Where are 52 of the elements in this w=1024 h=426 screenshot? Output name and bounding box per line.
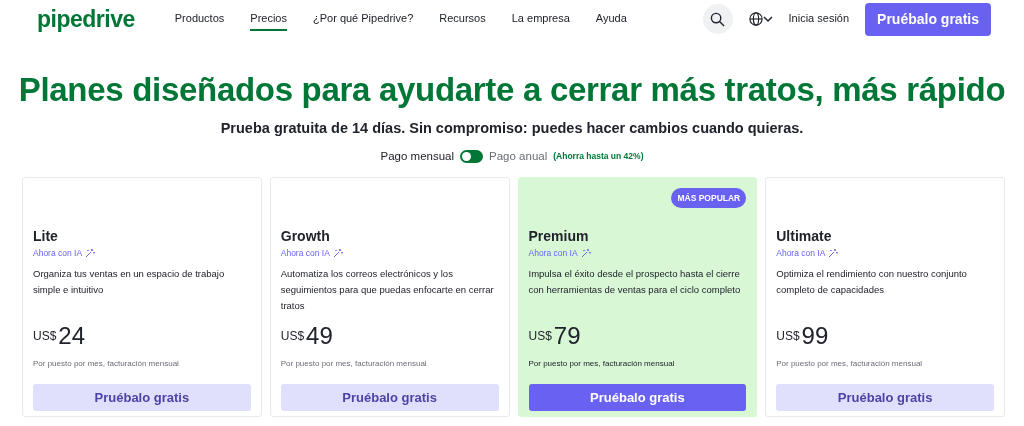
- plan-description: Optimiza el rendimiento con nuestro conjunto completo de capacidades: [776, 266, 968, 297]
- nav-link[interactable]: Recursos: [439, 6, 486, 32]
- billing-toggle[interactable]: [460, 150, 484, 164]
- nav-link[interactable]: Ayuda: [595, 6, 627, 32]
- language-button[interactable]: [748, 12, 773, 26]
- logo[interactable]: pipedrive: [37, 7, 135, 31]
- trial-button[interactable]: Pruébalo gratis: [776, 383, 994, 411]
- trial-button[interactable]: Pruébalo gratis: [33, 383, 251, 411]
- billing-label: Pago mensual: [380, 149, 455, 165]
- plan-name: Growth: [280, 228, 331, 246]
- cta-button[interactable]: Pruébalo gratis: [865, 2, 991, 36]
- search-icon: [710, 11, 726, 27]
- ai-label: Ahora con IA: [528, 247, 578, 260]
- plan-name: Premium: [528, 228, 590, 246]
- search-button[interactable]: [702, 4, 733, 34]
- trial-button[interactable]: Pruébalo gratis: [280, 383, 499, 411]
- currency: US$: [33, 327, 57, 345]
- nav-link[interactable]: Productos: [174, 6, 225, 32]
- plan-name: Ultimate: [776, 228, 833, 246]
- subtitle: Prueba gratuita de 14 días. Sin compromiso: puedes hacer cambios cuando quieras.: [219, 119, 805, 139]
- magic-wand-icon: [580, 248, 591, 259]
- nav-link[interactable]: Precios: [250, 6, 287, 32]
- popular-badge: MÁS POPULAR: [671, 188, 747, 209]
- currency: US$: [280, 327, 305, 345]
- globe-icon: [748, 12, 763, 26]
- magic-wand-icon: [85, 248, 96, 259]
- plan-description: Automatiza los correos electrónicos y los seguimientos para que puedas enfocarte en cerrar tratos: [280, 266, 495, 313]
- billing-note: Por puesto por mes, facturación mensual: [528, 357, 676, 370]
- plan-price: 49: [306, 323, 333, 348]
- plan-description: Organiza tus ventas en un espacio de trabajo simple e intuitivo: [33, 266, 226, 297]
- plan-price: 24: [58, 323, 86, 348]
- currency: US$: [528, 327, 552, 345]
- ai-label: Ahora con IA: [280, 247, 330, 260]
- plan-price: 79: [553, 323, 581, 348]
- billing-note: Por puesto por mes, facturación mensual: [280, 357, 428, 370]
- ai-label: Ahora con IA: [33, 247, 83, 260]
- billing-note: Por puesto por mes, facturación mensual: [776, 357, 924, 370]
- plan-price: 99: [801, 323, 829, 348]
- billing-note: Por puesto por mes, facturación mensual: [33, 357, 180, 370]
- plan-name: Lite: [33, 228, 59, 246]
- ai-label: Ahora con IA: [776, 247, 826, 260]
- savings-note: (Ahorra hasta un 42%): [553, 150, 644, 164]
- currency: US$: [776, 327, 800, 345]
- login-link[interactable]: Inicia sesión: [788, 6, 850, 32]
- trial-button[interactable]: Pruébalo gratis: [528, 383, 747, 411]
- magic-wand-icon: [332, 248, 343, 259]
- plan-description: Impulsa el éxito desde el prospecto hasta el cierre con herramientas de ventas para el ciclo completo: [528, 266, 742, 297]
- magic-wand-icon: [828, 248, 839, 259]
- nav-link[interactable]: La empresa: [511, 6, 570, 32]
- nav-link[interactable]: ¿Por qué Pipedrive?: [313, 6, 414, 32]
- billing-label: Pago anual: [489, 149, 548, 165]
- page-title: Planes diseñados para ayudarte a cerrar más tratos, más rápido: [17, 72, 1007, 109]
